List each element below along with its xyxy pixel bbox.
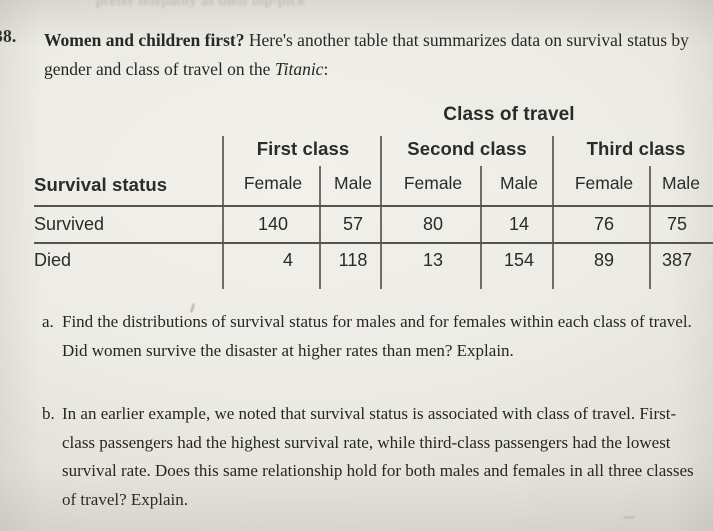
subquestion-b: b. In an earlier example, we noted that … <box>42 400 704 514</box>
titanic-contingency-table: Class of travel First class Second class… <box>34 104 713 289</box>
table-vrule-first-second <box>380 136 382 289</box>
table-vrule-second-third <box>552 136 554 289</box>
cell-survived-first-female: 140 <box>257 214 289 234</box>
row-header-label: Survival status <box>34 174 168 195</box>
cell-survived-third-male: 75 <box>667 214 688 234</box>
table-vrule-3f-3m <box>649 166 651 289</box>
column-header-second-female: Female <box>403 173 463 193</box>
cell-died-first-male: 118 <box>338 250 368 270</box>
subquestion-a-text: Find the distributions of survival statu… <box>62 312 692 360</box>
document-page: prefer telepathy as their top-pick 38. W… <box>0 0 713 531</box>
clipped-top-text: prefer telepathy as their top-pick <box>96 0 306 9</box>
problem-statement: 38. Women and children first? Here's ano… <box>0 26 700 84</box>
cell-died-third-female: 89 <box>593 250 615 270</box>
problem-text: Women and children first? Here's another… <box>44 26 689 84</box>
column-group-third-class: Third class <box>586 138 686 159</box>
titanic-italic: Titanic <box>274 59 324 79</box>
table-hrule-survived-bottom <box>34 242 713 244</box>
column-header-third-male: Male <box>662 173 700 193</box>
subquestion-a: a. Find the distributions of survival st… <box>42 308 702 365</box>
cell-died-first-female: 4 <box>282 250 293 270</box>
subquestion-b-marker: b. <box>42 404 55 423</box>
table-hrule-header-bottom <box>34 205 713 207</box>
problem-title: Women and children first? <box>44 30 245 50</box>
table-vrule-2f-2m <box>480 166 482 289</box>
column-group-second-class: Second class <box>407 138 527 159</box>
subquestion-a-marker: a. <box>42 312 54 331</box>
column-header-first-male: Male <box>334 173 372 193</box>
problem-prompt-end: : <box>323 59 329 79</box>
table-row-label-died: Died <box>34 250 72 270</box>
table-spanning-header: Class of travel <box>443 104 575 125</box>
cell-died-third-male: 387 <box>662 250 693 270</box>
cell-survived-third-female: 76 <box>593 214 615 234</box>
column-header-second-male: Male <box>500 173 538 193</box>
page-smudge-mark <box>623 516 635 519</box>
column-header-first-female: Female <box>243 173 303 193</box>
subquestion-b-text: In an earlier example, we noted that sur… <box>62 404 694 509</box>
column-group-first-class: First class <box>256 138 350 159</box>
table-vrule-1f-1m <box>319 166 321 289</box>
table-vrule-rowheader <box>222 136 224 289</box>
problem-prompt-1: Here's another table that summarizes dat… <box>244 30 563 50</box>
cell-survived-second-female: 80 <box>422 214 444 234</box>
table-grid: Class of travel First class Second class… <box>34 104 713 289</box>
cell-survived-second-male: 14 <box>508 214 530 234</box>
column-header-third-female: Female <box>574 173 634 193</box>
problem-number: 38. <box>0 26 17 46</box>
cell-survived-first-male: 57 <box>342 214 364 234</box>
cell-died-second-male: 154 <box>503 250 535 270</box>
table-row-label-survived: Survived <box>34 214 105 234</box>
cell-died-second-female: 13 <box>422 250 444 270</box>
